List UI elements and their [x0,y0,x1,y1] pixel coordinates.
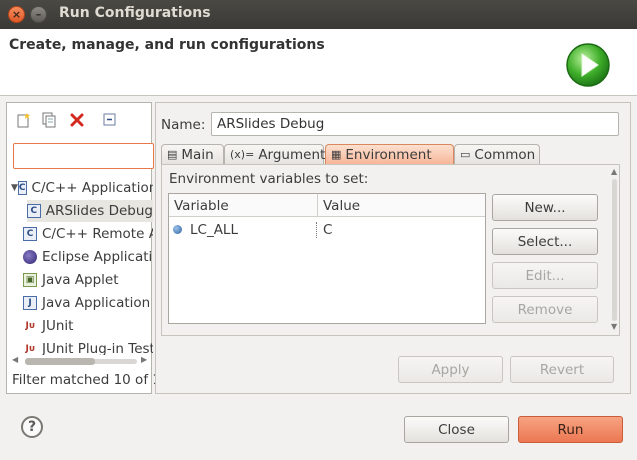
java-applet-icon: ▣ [23,273,37,287]
environment-variables-label: Environment variables to set: [169,171,369,187]
tab-environment[interactable]: ▦ Environment [325,144,454,164]
tree-item-arslides-debug[interactable]: C ARSlides Debug [27,200,153,222]
horizontal-scrollbar[interactable]: ◀ ▶ [11,355,151,367]
table-row[interactable]: LC_ALL C [169,218,485,241]
filter-input[interactable] [13,143,154,169]
table-header: Variable Value [169,194,485,217]
tree-item-junit[interactable]: Jᴜ JUnit [23,315,73,337]
cell-divider [316,222,317,238]
tree-item-junit-plugin-test[interactable]: Jᴜ JUnit Plug-in Test [23,338,153,355]
new-variable-button[interactable]: New... [492,194,598,221]
window-minimize-button[interactable]: – [30,6,47,23]
common-tab-icon: ▭ [460,148,471,161]
name-label: Name: [161,117,206,133]
help-icon[interactable]: ? [21,416,43,438]
tree-item-label: Eclipse Application [42,249,153,265]
collapse-all-icon[interactable] [101,111,119,129]
tree-item-label: Java Application [42,295,151,311]
scroll-up-icon[interactable]: ▲ [611,167,617,176]
scrollbar-thumb[interactable] [25,358,95,365]
apply-button[interactable]: Apply [398,356,503,383]
run-button[interactable]: Run [518,416,623,443]
tree-item-label: JUnit Plug-in Test [42,341,153,355]
column-header-value[interactable]: Value [323,198,360,214]
revert-button[interactable]: Revert [510,356,614,383]
junit-icon: Jᴜ [25,321,35,331]
duplicate-icon[interactable] [40,111,58,129]
tree-item-label: C/C++ Application [31,180,153,196]
tab-label: Common [474,146,536,163]
tab-main[interactable]: ▤ Main [161,144,224,164]
value-cell: C [323,222,333,238]
arguments-tab-icon: (x)= [230,148,255,161]
main-tab-icon: ▤ [167,148,178,161]
run-play-icon [566,43,610,87]
variable-cell: LC_ALL [190,222,238,238]
tab-label: Environment [345,146,432,163]
tree-item-cpp-remote[interactable]: C C/C++ Remote Application [23,223,153,245]
cpp-icon: C [23,227,37,241]
edit-variable-button[interactable]: Edit... [492,262,598,289]
tree-item-eclipse-application[interactable]: Eclipse Application [23,246,153,268]
tab-label: Arguments [258,146,333,163]
junit-plugin-icon: Jᴜ [25,344,35,354]
tree-item-java-application[interactable]: J Java Application [23,292,150,314]
header-title: Create, manage, and run configurations [9,37,325,53]
configuration-tree: ▼ C C/C++ Application C ARSlides Debug C… [11,177,153,355]
environment-tab-icon: ▦ [331,148,342,161]
tree-item-label: C/C++ Remote Application [42,226,153,242]
eclipse-icon [23,250,37,264]
tree-item-label: Java Applet [42,272,119,288]
tree-item-cpp-application[interactable]: ▼ C C/C++ Application [11,177,153,199]
remove-variable-button[interactable]: Remove [492,296,598,323]
variable-bullet-icon [173,225,182,234]
column-divider[interactable] [317,194,318,217]
scroll-down-icon[interactable]: ▼ [611,322,617,331]
dialog-header: Create, manage, and run configurations [0,29,637,96]
scroll-right-icon[interactable]: ▶ [141,355,147,364]
tree-item-label: JUnit [42,318,74,334]
configuration-editor: Name: ARSlides Debug ▤ Main (x)= Argumen… [155,102,631,394]
cpp-icon: C [27,204,41,218]
close-button[interactable]: Close [404,416,509,443]
scroll-left-icon[interactable]: ◀ [12,355,18,364]
configuration-list-panel: ▼ C C/C++ Application C ARSlides Debug C… [6,102,211,394]
new-configuration-icon[interactable] [15,111,33,129]
environment-tab-content: Environment variables to set: Variable V… [161,164,620,336]
window-title: Run Configurations [59,5,211,21]
tab-arguments[interactable]: (x)= Arguments [224,144,332,164]
title-bar: × – Run Configurations [0,0,637,29]
tab-label: Main [181,146,214,163]
select-variable-button[interactable]: Select... [492,228,598,255]
column-header-variable[interactable]: Variable [174,198,229,214]
scrollbar-track[interactable] [612,179,617,321]
tree-item-label: ARSlides Debug [45,203,153,219]
name-field[interactable]: ARSlides Debug [211,112,619,136]
cpp-icon: C [17,181,27,195]
environment-table[interactable]: Variable Value LC_ALL C [168,193,486,324]
expand-triangle-icon[interactable]: ▼ [11,183,18,193]
window-close-button[interactable]: × [8,6,25,23]
vertical-scrollbar[interactable]: ▲ ▼ [610,167,619,333]
delete-icon[interactable] [68,111,86,129]
java-icon: J [23,296,37,310]
tree-item-java-applet[interactable]: ▣ Java Applet [23,269,119,291]
tab-common[interactable]: ▭ Common [454,144,540,164]
